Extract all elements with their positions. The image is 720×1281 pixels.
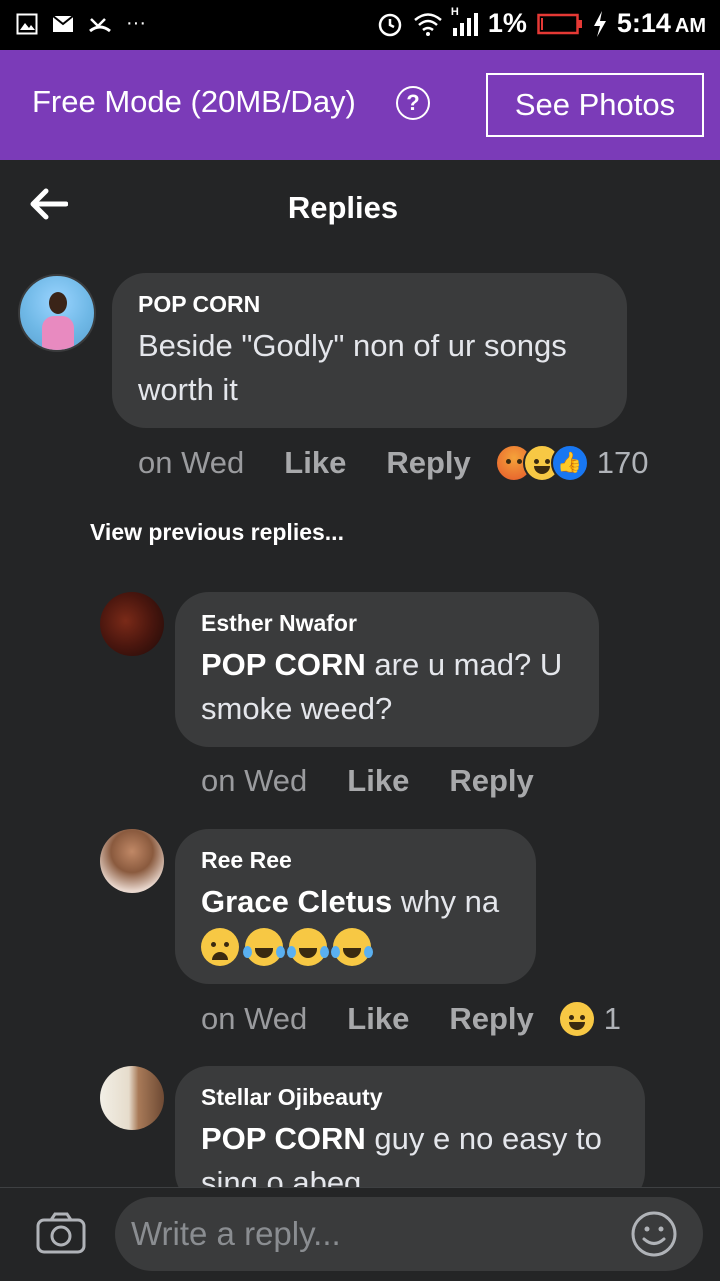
wifi-icon	[414, 12, 442, 36]
clock-time: 5:14	[616, 8, 671, 38]
reply-text: POP CORN are u mad? U smoke weed?	[201, 643, 573, 731]
emoji-row	[201, 928, 510, 966]
page-title: Replies	[287, 190, 399, 225]
status-bar: ··· H 1% 5:14 AM	[0, 0, 720, 50]
comment-time: on Wed	[138, 445, 245, 480]
reaction-summary[interactable]: 👍	[494, 444, 589, 482]
reply-text-content: why na	[392, 884, 500, 919]
system-indicators: H 1% 5:14 AM	[377, 6, 706, 39]
replies-scroll-area[interactable]: Replies POP CORN Beside "Godly" non of u…	[0, 160, 720, 1187]
more-icon: ···	[126, 12, 146, 34]
clock: 5:14 AM	[617, 8, 706, 39]
avatar[interactable]	[18, 274, 96, 352]
reply-author[interactable]: Ree Ree	[201, 847, 510, 874]
notification-icons: ···	[16, 12, 146, 35]
missed-call-icon	[89, 17, 111, 32]
free-mode-banner: Free Mode (20MB/Day) ? See Photos	[0, 50, 720, 160]
like-button[interactable]: Like	[347, 1001, 409, 1037]
comment-bubble: POP CORN Beside "Godly" non of ur songs …	[112, 273, 627, 428]
reply-author[interactable]: Esther Nwafor	[201, 610, 573, 637]
reply-time: on Wed	[201, 1001, 308, 1036]
clock-ampm: AM	[674, 15, 706, 37]
tears-of-joy-icon	[287, 928, 329, 966]
view-previous-replies-link[interactable]: View previous replies...	[90, 519, 344, 546]
reply-bubble: Esther Nwafor POP CORN are u mad? U smok…	[175, 592, 599, 747]
reply-time: on Wed	[201, 763, 308, 798]
like-reaction-icon: 👍	[550, 444, 589, 482]
haha-reaction-icon	[557, 1000, 596, 1038]
reply-button[interactable]: Reply	[449, 1001, 533, 1037]
reply-button[interactable]: Reply	[386, 445, 470, 481]
like-button[interactable]: Like	[347, 763, 409, 799]
reaction-summary[interactable]	[557, 1000, 596, 1038]
reaction-count[interactable]: 170	[597, 445, 649, 481]
free-mode-text: Free Mode (20MB/Day)	[32, 84, 356, 119]
avatar[interactable]	[100, 1066, 164, 1130]
comment-actions: on Wed Like Reply 👍 170	[138, 444, 648, 482]
like-button[interactable]: Like	[284, 445, 346, 481]
camera-icon[interactable]	[36, 1212, 86, 1254]
tears-of-joy-icon	[331, 928, 373, 966]
mention-link[interactable]: POP CORN	[201, 1121, 366, 1156]
reply-text: Grace Cletus why na	[201, 880, 510, 924]
mail-icon	[52, 14, 74, 32]
help-icon[interactable]: ?	[396, 86, 430, 120]
reply-input[interactable]	[115, 1197, 703, 1271]
mention-link[interactable]: Grace Cletus	[201, 884, 392, 919]
reply-author[interactable]: Stellar Ojibeauty	[201, 1084, 619, 1111]
comment-author[interactable]: POP CORN	[138, 291, 601, 318]
avatar[interactable]	[100, 829, 164, 893]
charging-icon	[593, 10, 606, 37]
network-type-label: H	[450, 5, 459, 18]
reply-actions: on Wed Like Reply 1	[201, 1000, 621, 1038]
tears-of-joy-icon	[243, 928, 285, 966]
reaction-count[interactable]: 1	[604, 1001, 621, 1037]
weary-face-icon	[201, 928, 239, 966]
emoji-picker-icon[interactable]	[630, 1210, 678, 1258]
see-photos-button[interactable]: See Photos	[486, 73, 704, 137]
alarm-icon	[378, 13, 402, 36]
battery-percent: 1%	[487, 8, 527, 38]
mention-link[interactable]: POP CORN	[201, 647, 366, 682]
reply-text: POP CORN guy e no easy to sing o abeg	[201, 1117, 619, 1187]
comment-text: Beside "Godly" non of ur songs worth it	[138, 328, 567, 407]
gallery-icon	[16, 13, 38, 34]
avatar[interactable]	[100, 592, 164, 656]
signal-icon: H	[451, 6, 478, 36]
battery-icon	[537, 13, 582, 34]
reply-button[interactable]: Reply	[449, 763, 533, 799]
reply-bubble: Stellar Ojibeauty POP CORN guy e no easy…	[175, 1066, 645, 1187]
reply-actions: on Wed Like Reply	[201, 763, 574, 799]
reply-bubble: Ree Ree Grace Cletus why na	[175, 829, 536, 984]
